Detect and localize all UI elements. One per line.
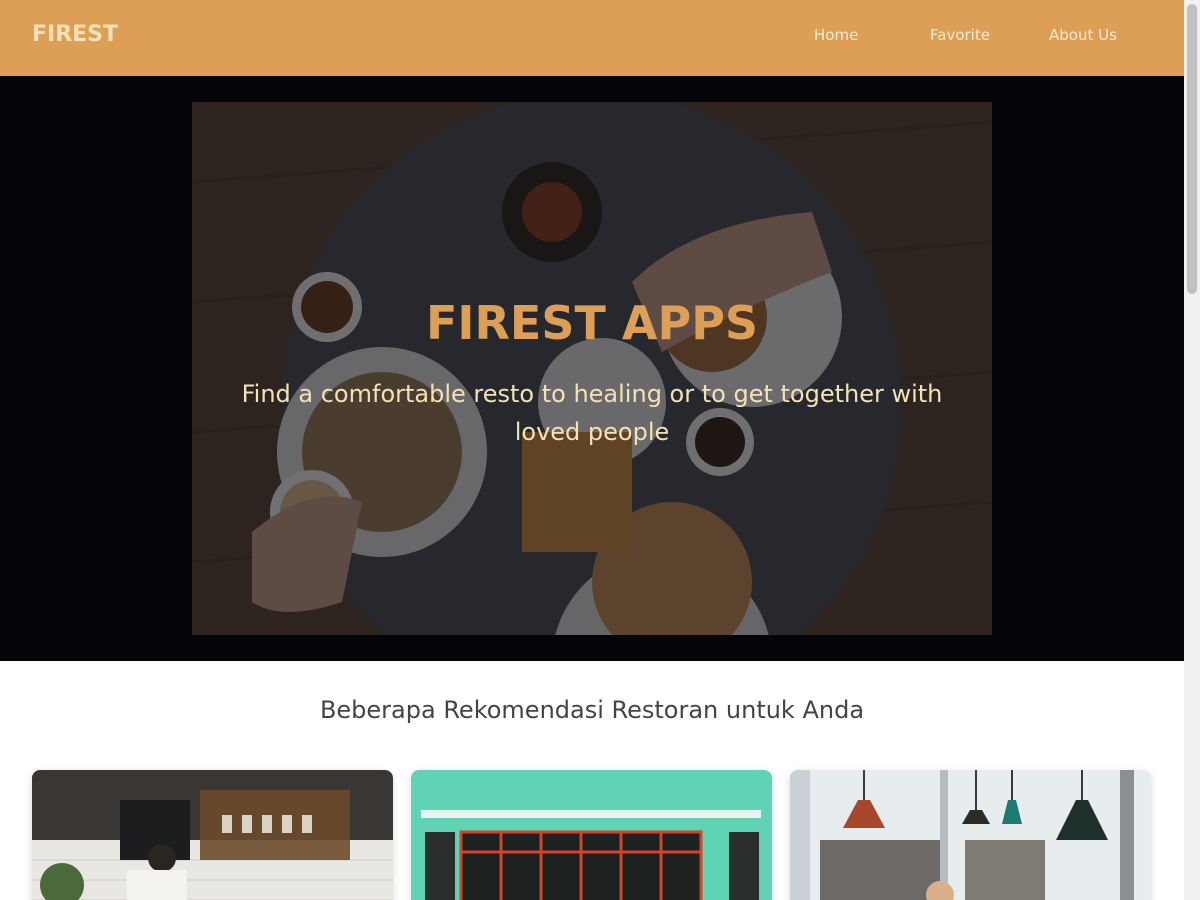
- hero-image: [192, 102, 992, 635]
- restaurant-card[interactable]: [790, 770, 1151, 900]
- hero-title: FIREST APPS: [425, 296, 759, 350]
- restaurant-image: [790, 770, 1151, 900]
- restaurant-card[interactable]: [32, 770, 393, 900]
- restaurant-image: [32, 770, 393, 900]
- restaurant-image: [411, 770, 772, 900]
- app-bar: FIREST Home Favorite About Us: [0, 0, 1184, 76]
- hero-subtitle: Find a comfortable resto to healing or t…: [241, 380, 943, 446]
- nav-about-us[interactable]: About Us: [1049, 26, 1117, 44]
- scrollbar-thumb[interactable]: [1187, 4, 1197, 294]
- section-title: Beberapa Rekomendasi Restoran untuk Anda: [319, 696, 865, 724]
- page-scrollbar[interactable]: [1184, 0, 1200, 900]
- restaurant-card[interactable]: [411, 770, 772, 900]
- main-nav: Home Favorite About Us: [0, 0, 1184, 76]
- nav-home[interactable]: Home: [814, 26, 858, 44]
- nav-favorite[interactable]: Favorite: [930, 26, 990, 44]
- hero-image-overlay: [192, 102, 992, 635]
